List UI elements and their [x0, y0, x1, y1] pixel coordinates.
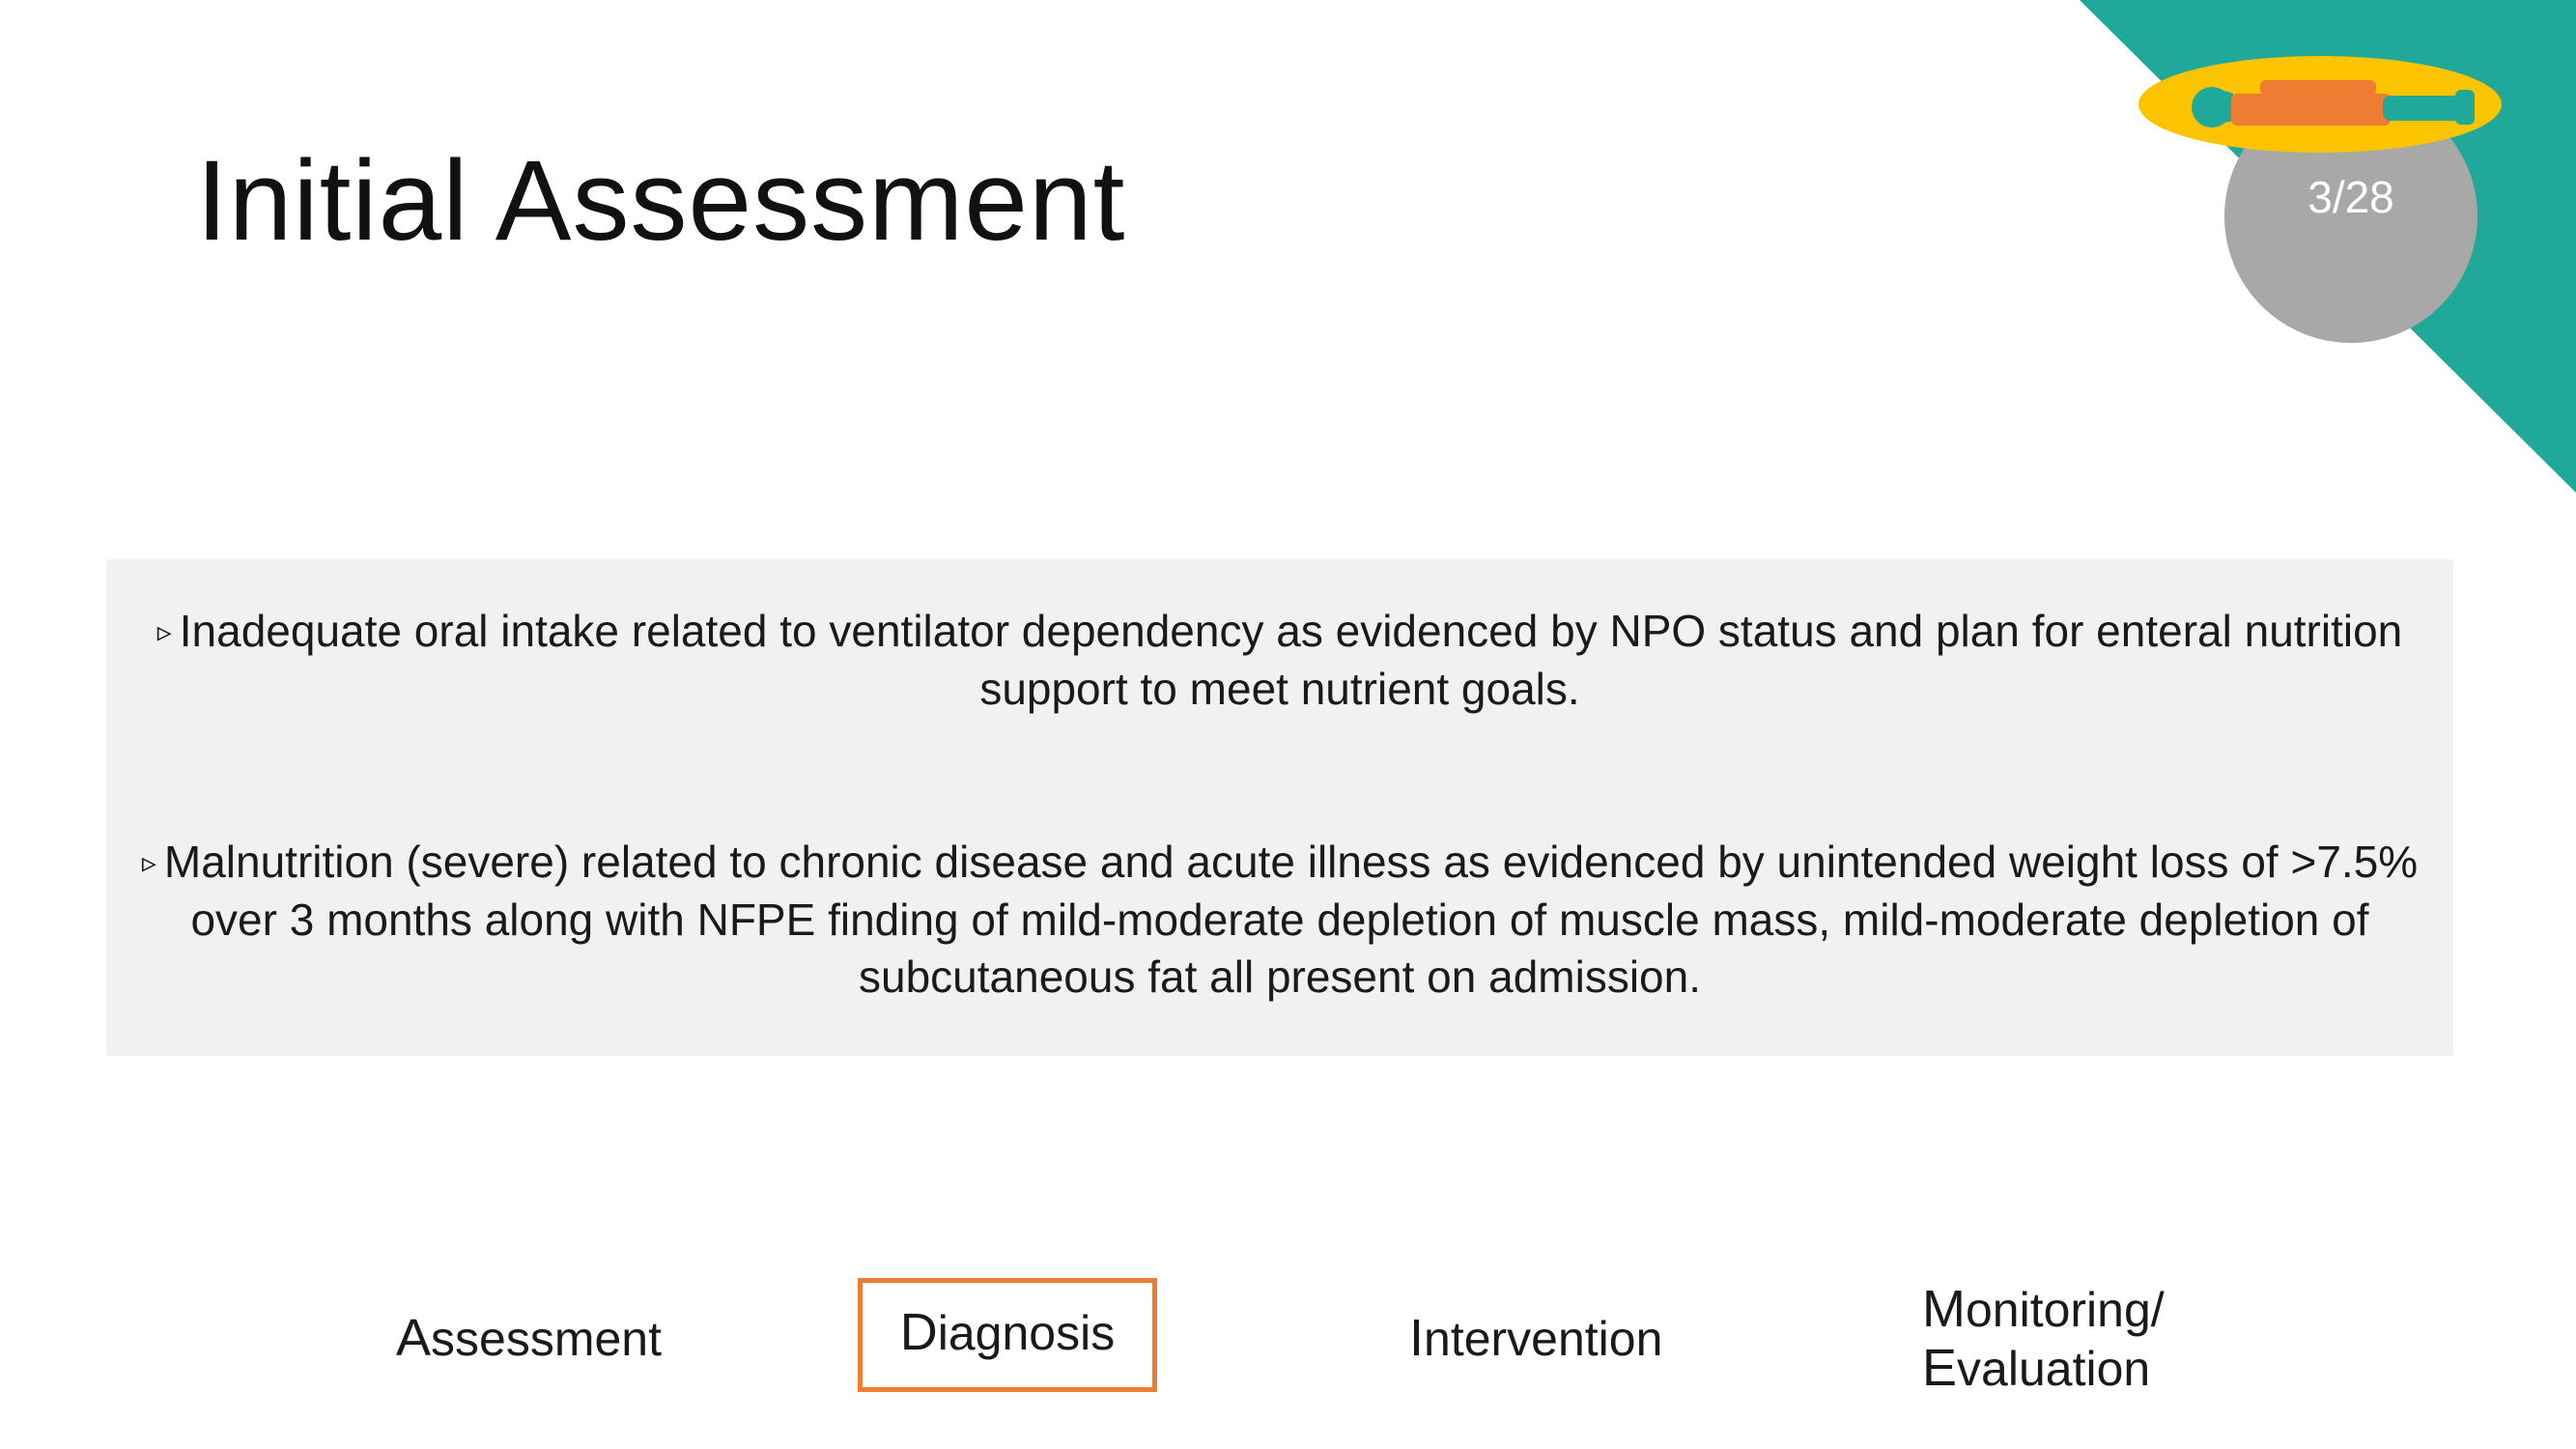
step-initial: E	[1922, 1339, 1958, 1397]
nav-step-monitoring-evaluation[interactable]: Monitoring/ Evaluation	[1922, 1280, 2165, 1398]
diagnosis-statement-inadequate-intake: ▹ Inadequate oral intake related to venti…	[140, 603, 2420, 718]
step-label-rest: onitoring/	[1965, 1283, 2165, 1337]
step-initial: M	[1922, 1280, 1966, 1338]
diagnosis-statements-panel: ▹ Inadequate oral intake related to venti…	[106, 559, 2453, 1056]
bullet-marker-icon: ▹	[156, 616, 172, 648]
nav-step-intervention[interactable]: Intervention	[1409, 1309, 1662, 1368]
step-initial: D	[899, 1302, 938, 1361]
step-initial: I	[1409, 1309, 1425, 1367]
nav-step-assessment[interactable]: Assessment	[396, 1309, 662, 1368]
page-title: Initial Assessment	[196, 137, 1126, 265]
step-label-rest: iagnosis	[937, 1305, 1116, 1360]
step-line-evaluation: Evaluation	[1922, 1339, 2165, 1398]
bullet-marker-icon: ▹	[141, 847, 156, 879]
slide-counter-text: 3/28	[2307, 172, 2394, 222]
diagnosis-statement-malnutrition: ▹ Malnutrition (severe) related to chroni…	[140, 834, 2420, 1006]
diagnosis-text: Malnutrition (severe) related to chronic…	[163, 837, 2419, 1002]
patient-lying-in-bed-icon	[2138, 56, 2502, 153]
step-label-rest: valuation	[1957, 1342, 2151, 1396]
diagnosis-text: Inadequate oral intake related to ventil…	[179, 606, 2403, 714]
step-label-rest: ntervention	[1424, 1312, 1663, 1366]
step-initial: A	[396, 1309, 432, 1367]
step-label-rest: ssessment	[431, 1312, 662, 1366]
nav-step-diagnosis-active[interactable]: Diagnosis	[858, 1278, 1157, 1392]
step-line-monitoring: Monitoring/	[1922, 1280, 2165, 1339]
